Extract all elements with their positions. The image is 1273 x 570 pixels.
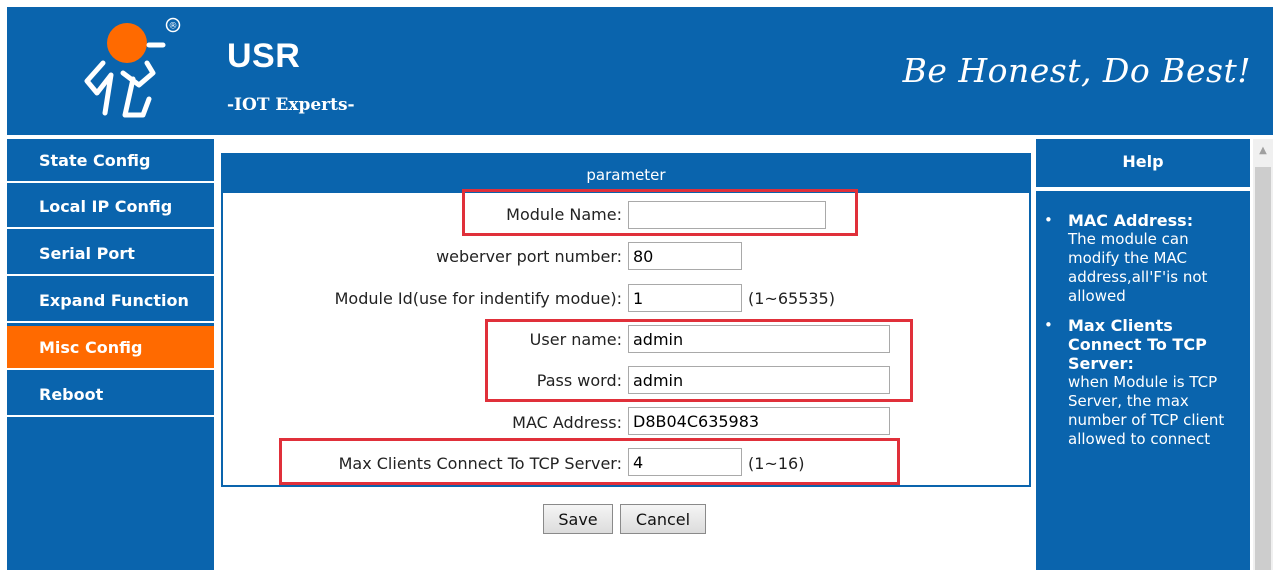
sidebar-item-reboot[interactable]: Reboot: [7, 373, 214, 417]
page-scrollbar[interactable]: ▲: [1253, 139, 1273, 570]
webserver-port-input[interactable]: [628, 242, 742, 270]
registered-mark: ®: [169, 22, 178, 32]
sidebar-item-local-ip-config[interactable]: Local IP Config: [7, 185, 214, 229]
cancel-button[interactable]: Cancel: [620, 504, 706, 534]
help-item-title: Max Clients Connect To TCP Server:: [1068, 316, 1207, 373]
save-button[interactable]: Save: [543, 504, 613, 534]
sidebar-item-state-config[interactable]: State Config: [7, 139, 214, 183]
page-header: ® USR -IOT Experts- Be Honest, Do Best!: [7, 7, 1273, 135]
module-id-range-hint: (1~65535): [748, 289, 835, 308]
bullet-icon: •: [1044, 211, 1053, 229]
mac-address-input[interactable]: [628, 407, 890, 435]
help-item-max-clients: • Max Clients Connect To TCP Server: whe…: [1042, 316, 1240, 449]
webserver-port-label: weberver port number:: [436, 247, 622, 266]
brand-tagline: -IOT Experts-: [227, 95, 355, 115]
sidebar-nav: State Config Local IP Config Serial Port…: [7, 139, 214, 570]
help-item-title: MAC Address:: [1068, 211, 1194, 230]
mac-address-label: MAC Address:: [512, 413, 622, 432]
usr-logo-icon: ®: [84, 17, 181, 118]
sidebar-item-serial-port[interactable]: Serial Port: [7, 232, 214, 276]
panel-title: parameter: [223, 155, 1029, 193]
bullet-icon: •: [1044, 316, 1053, 334]
help-item-text: The module can modify the MAC address,al…: [1068, 230, 1208, 305]
brand-name: USR: [227, 37, 301, 75]
module-id-label: Module Id(use for indentify modue):: [334, 289, 622, 308]
highlight-box-credentials: [485, 319, 913, 402]
slogan: Be Honest, Do Best!: [902, 51, 1251, 90]
help-item-text: when Module is TCP Server, the max numbe…: [1068, 373, 1225, 448]
sidebar-item-expand-function[interactable]: Expand Function: [7, 279, 214, 323]
module-id-input[interactable]: [628, 284, 742, 312]
scroll-up-arrow-icon[interactable]: ▲: [1253, 139, 1273, 163]
highlight-box-max-clients: [279, 438, 900, 485]
scroll-thumb[interactable]: [1255, 167, 1271, 570]
help-title: Help: [1036, 139, 1250, 187]
help-panel: • MAC Address: The module can modify the…: [1036, 191, 1250, 570]
help-item-mac-address: • MAC Address: The module can modify the…: [1042, 211, 1240, 306]
highlight-box-module-name: [462, 189, 858, 236]
sidebar-item-misc-config[interactable]: Misc Config: [7, 326, 214, 370]
